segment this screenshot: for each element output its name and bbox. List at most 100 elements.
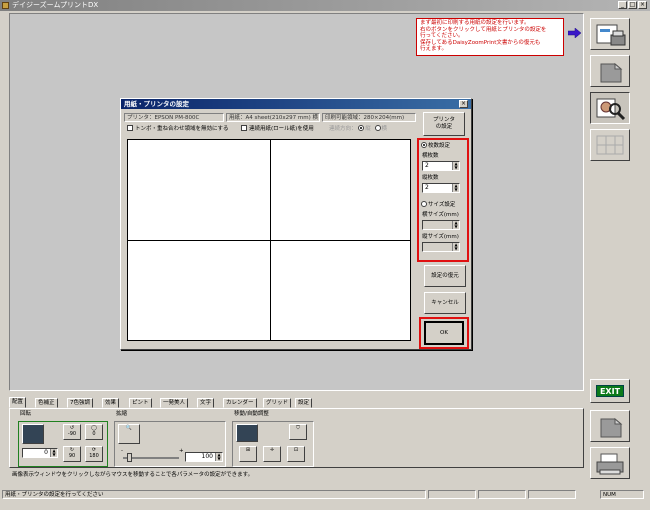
restore-settings-button[interactable]: 設定の復元 xyxy=(424,265,466,287)
rot-label: 0 xyxy=(92,431,96,437)
arrow-right-icon xyxy=(568,28,582,38)
trim-mark-checkbox[interactable]: トンボ・重ね合わせ領域を無効にする xyxy=(127,125,229,133)
layout-panel: 回転 ↺ -90 ◯ 0 0 ▲ ▼ ↻ 90 ⟳ 180 拡縮 🔍 - + 100 ▲ ▼ 移… xyxy=(9,408,584,468)
roll-direction-horizontal-radio[interactable] xyxy=(374,125,381,131)
paper-printer-setup-button[interactable] xyxy=(590,18,630,50)
status-bar: 用紙・プリンタの設定を行ってください NUM xyxy=(0,489,650,500)
print-button[interactable] xyxy=(590,447,630,479)
save-document-button[interactable] xyxy=(590,410,630,442)
tab-label: 一発美人 xyxy=(163,400,186,406)
image-open-button[interactable] xyxy=(590,55,630,87)
printable-area-info: 印刷可能領域：280×204(mm) xyxy=(322,113,416,122)
tab-text[interactable]: 文字 xyxy=(197,398,215,408)
v-size-input[interactable]: ▲ ▼ xyxy=(422,242,460,252)
zoom-value-input[interactable]: 100 ▲ ▼ xyxy=(185,452,223,462)
spin-arrows-icon[interactable]: ▲ ▼ xyxy=(452,243,459,251)
status-pane xyxy=(478,490,526,499)
document-icon xyxy=(600,417,623,438)
roll-direction-group: 連続方向： 縦 横 xyxy=(329,125,387,133)
dialog-close-button[interactable]: × xyxy=(459,100,468,108)
paper-info: 用紙：A4 sheet(210x297 mm) 横 xyxy=(226,113,320,122)
right-toolbar: EXIT xyxy=(590,13,638,485)
spin-arrows-icon[interactable]: ▲ ▼ xyxy=(452,221,459,229)
rotate-preview-icon xyxy=(22,424,44,444)
printer-settings-button[interactable]: プリンタ の設定 xyxy=(423,112,465,136)
spin-arrows-icon[interactable]: ▲ ▼ xyxy=(452,184,459,192)
rotate-180-button[interactable]: ⟳ 180 xyxy=(85,446,103,462)
num-lock-indicator: NUM xyxy=(600,490,644,499)
rotate-plus90-button[interactable]: ↻ 90 xyxy=(63,446,81,462)
exit-label: EXIT xyxy=(596,385,624,397)
status-message: 用紙・プリンタの設定を行ってください xyxy=(2,490,426,499)
status-description: 画像表示ウィンドウをクリックしながらマウスを移動することで各パラメータの設定がで… xyxy=(12,472,254,478)
image-edit-button[interactable] xyxy=(590,92,630,124)
grid-icon xyxy=(596,135,624,155)
document-icon xyxy=(600,62,623,83)
tab-calendar[interactable]: カレンダー xyxy=(223,398,257,408)
shield-icon: ⛉ xyxy=(289,424,307,440)
tab-grid[interactable]: グリッド xyxy=(263,398,292,408)
zoom-plus-label: + xyxy=(179,448,184,454)
tab-beauty[interactable]: 一発美人 xyxy=(160,398,189,408)
printer-setup-icon xyxy=(596,24,626,46)
magnify-face-icon xyxy=(596,98,626,121)
function-tabs: 配置 色補正 7色強調 効果 ピント 一発美人 文字 カレンダー グリッド 設定 xyxy=(9,397,584,408)
rotate-value-input[interactable]: 0 ▲ ▼ xyxy=(22,448,58,458)
grid-layout-button[interactable] xyxy=(590,129,630,161)
rotate-group: ↺ -90 ◯ 0 0 ▲ ▼ ↻ 90 ⟳ 180 xyxy=(18,421,108,467)
printer-settings-label: の設定 xyxy=(435,124,453,130)
v-count-value: 2 xyxy=(425,184,429,191)
ok-button[interactable]: OK xyxy=(424,321,464,345)
move-label: 移動/自動調整 xyxy=(234,411,269,417)
status-pane xyxy=(428,490,476,499)
printer-info: プリンタ：EPSON PM-800C xyxy=(124,113,224,122)
spin-arrows-icon[interactable]: ▲ ▼ xyxy=(50,449,57,457)
fit-width-button[interactable]: ⊞ xyxy=(239,446,257,462)
center-button[interactable]: ✛ xyxy=(263,446,281,462)
size-mode-radio[interactable]: サイズ設定 xyxy=(421,201,455,209)
spin-arrows-icon[interactable]: ▲ ▼ xyxy=(452,162,459,170)
fit-page-button[interactable]: ⊡ xyxy=(287,446,305,462)
tab-color-correction[interactable]: 色補正 xyxy=(35,398,58,408)
maximize-button[interactable]: □ xyxy=(628,1,637,9)
roll-paper-checkbox[interactable]: 連続用紙(ロール紙)を使用 xyxy=(241,125,314,133)
v-count-input[interactable]: 2 ▲ ▼ xyxy=(422,183,460,193)
title-bar: デイジーズームプリントDX _ □ × xyxy=(0,0,650,11)
tab-7color[interactable]: 7色強調 xyxy=(67,398,93,408)
zoom-group: 🔍 - + 100 ▲ ▼ xyxy=(114,421,226,467)
printer-settings-label: プリンタ xyxy=(432,117,455,123)
tab-focus[interactable]: ピント xyxy=(129,398,152,408)
tab-layout[interactable]: 配置 xyxy=(9,397,27,408)
zoom-minus-label: - xyxy=(121,448,123,454)
exit-button[interactable]: EXIT xyxy=(590,379,630,403)
spin-arrows-icon[interactable]: ▲ ▼ xyxy=(215,453,222,461)
rotate-minus90-button[interactable]: ↺ -90 xyxy=(63,424,81,440)
preview-divider xyxy=(128,240,410,241)
close-button[interactable]: × xyxy=(638,1,647,9)
tab-label: 色補正 xyxy=(38,400,55,406)
roll-direction-vertical-label: 縦 xyxy=(365,126,371,132)
tab-label: 効果 xyxy=(105,400,117,406)
h-count-input[interactable]: 2 ▲ ▼ xyxy=(422,161,460,171)
roll-direction-label: 連続方向： xyxy=(329,126,357,132)
paper-printer-dialog: 用紙・プリンタの設定 × プリンタ：EPSON PM-800C 用紙：A4 sh… xyxy=(120,98,472,350)
roll-direction-vertical-radio[interactable] xyxy=(358,125,365,131)
printer-icon xyxy=(596,453,624,475)
zoom-label: 拡縮 xyxy=(116,411,128,417)
app-window: デイジーズームプリントDX _ □ × まず最初に印刷する用紙の設定を行います。… xyxy=(0,0,650,510)
tab-effects[interactable]: 効果 xyxy=(102,398,120,408)
h-size-input[interactable]: ▲ ▼ xyxy=(422,220,460,230)
app-icon xyxy=(2,2,9,9)
v-size-label: 縦サイズ(mm) xyxy=(422,234,459,240)
cancel-button[interactable]: キャンセル xyxy=(424,292,466,314)
roll-direction-horizontal-label: 横 xyxy=(381,126,388,132)
count-mode-radio[interactable]: 枚数設定 xyxy=(421,142,450,150)
rotate-label: 回転 xyxy=(20,411,32,417)
tab-settings[interactable]: 設定 xyxy=(295,398,313,408)
help-message: まず最初に印刷する用紙の設定を行います。 右のボタンをクリックして用紙とプリンタ… xyxy=(416,18,564,56)
h-count-value: 2 xyxy=(425,162,429,169)
rotate-zero-button[interactable]: ◯ 0 xyxy=(85,424,103,440)
move-preview-icon xyxy=(236,424,258,442)
minimize-button[interactable]: _ xyxy=(618,1,627,9)
zoom-slider-thumb[interactable] xyxy=(127,453,132,462)
